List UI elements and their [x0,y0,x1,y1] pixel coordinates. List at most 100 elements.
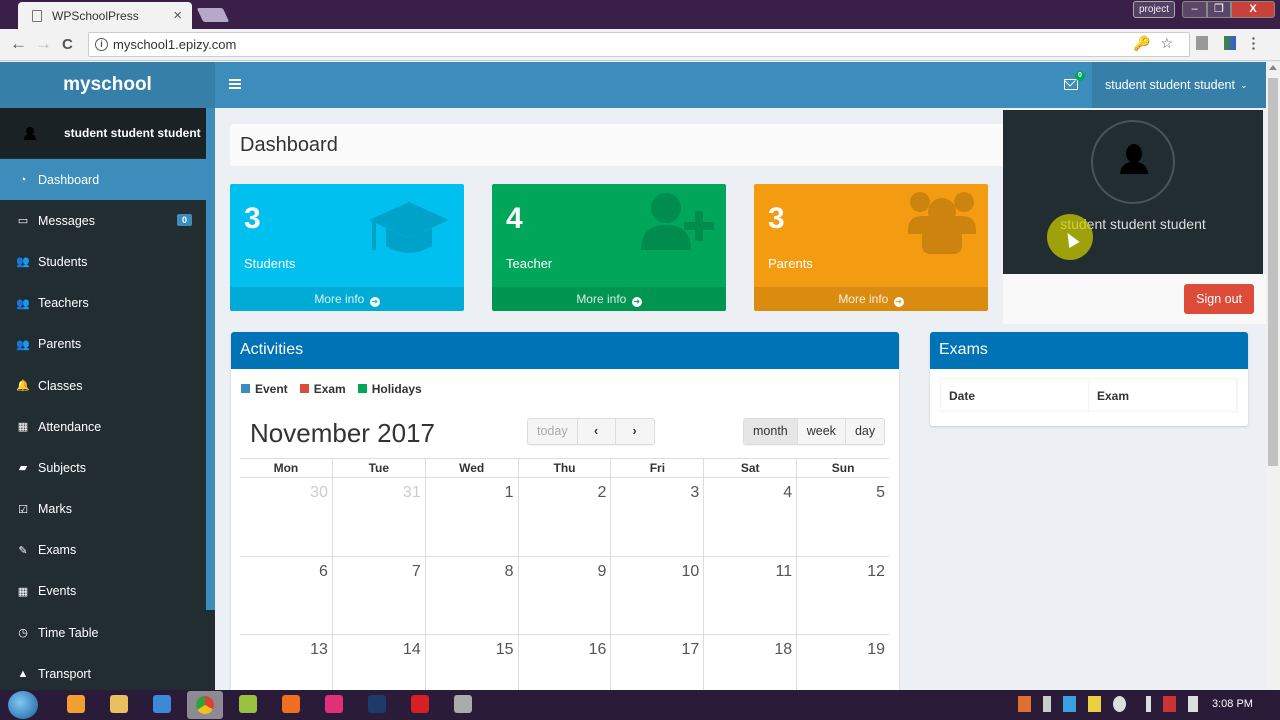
prev-month-button[interactable]: ‹ [578,419,616,444]
sidebar-item-transport[interactable]: ▲ Transport [0,653,206,690]
minimize-button[interactable]: – [1182,1,1207,18]
sidebar-item-dashboard[interactable]: ◔ Dashboard [0,159,206,201]
next-month-button[interactable]: › [616,419,654,444]
column-header-exam[interactable]: Exam [1089,379,1237,411]
volume-icon[interactable] [1188,696,1198,712]
check-square-icon: ☑ [18,503,28,516]
windows-taskbar: 3:08 PM [0,690,1280,720]
menu-toggle-icon[interactable] [229,79,241,91]
reload-icon[interactable]: C [62,36,73,53]
start-button[interactable] [8,691,38,719]
browser-titlebar: WPSchoolPress × project – ❐ X [0,0,1280,29]
sidebar-item-teachers[interactable]: 👥 Teachers [0,283,206,324]
close-window-button[interactable]: X [1231,1,1275,18]
sidebar-item-classes[interactable]: 🔔 Classes [0,365,206,406]
calendar-day-cell[interactable]: 2 [517,478,611,556]
page-scrollbar[interactable] [1266,62,1280,690]
sidebar-item-label: Attendance [38,419,102,434]
taskbar-firefox-icon[interactable] [282,695,300,713]
weekday-header: Wed [424,459,518,477]
calendar-day-cell[interactable]: 17 [610,635,703,690]
app-logo[interactable]: myschool [0,62,215,108]
calendar-day-cell[interactable]: 18 [703,635,796,690]
legend-label: Holidays [371,382,422,396]
sign-out-button[interactable]: Sign out [1184,284,1254,314]
tab-close-icon[interactable]: × [173,7,182,24]
sidebar-item-parents[interactable]: 👥 Parents [0,324,206,365]
tray-app-icon[interactable] [1113,696,1126,712]
taskbar-opera-icon[interactable] [411,695,429,713]
calendar-day-cell[interactable]: 12 [796,556,889,634]
calendar-day-cell[interactable]: 8 [424,556,518,634]
sidebar-item-messages[interactable]: ▭ Messages 0 [0,200,206,241]
users-icon: 👥 [16,297,30,310]
taskbar-flickr-icon[interactable] [325,695,343,713]
calendar-day-cell[interactable]: 11 [703,556,796,634]
calendar-day-cell[interactable]: 14 [331,635,425,690]
calendar-day-cell[interactable]: 9 [517,556,611,634]
calendar-day-cell[interactable]: 1 [424,478,518,556]
scroll-up-icon[interactable] [1269,65,1277,70]
menu-dots-icon[interactable] [1252,36,1255,50]
new-tab-button[interactable] [196,8,230,22]
calendar-day-cell[interactable]: 31 [331,478,425,556]
taskbar-file-explorer-icon[interactable] [110,695,128,713]
sidebar-item-students[interactable]: 👥 Students [0,241,206,282]
scroll-thumb[interactable] [1268,78,1278,466]
week-view-button[interactable]: week [798,419,846,444]
extension-chart-icon[interactable] [1224,36,1236,50]
calendar-day-cell[interactable]: 4 [703,478,796,556]
sidebar-item-time-table[interactable]: ◷ Time Table [0,612,206,653]
sidebar-item-subjects[interactable]: ▰ Subjects [0,447,206,488]
tray-app-icon[interactable] [1088,696,1101,712]
taskbar-media-player-icon[interactable] [67,695,85,713]
calendar-day-cell[interactable]: 30 [240,478,332,556]
tray-app-icon[interactable] [1063,696,1076,712]
calendar-day-cell[interactable]: 15 [424,635,518,690]
extension-icon[interactable] [1196,36,1208,50]
browser-tab[interactable]: WPSchoolPress × [18,2,192,29]
more-info-link[interactable]: More info ➜ [492,287,726,311]
day-view-button[interactable]: day [846,419,884,444]
address-bar[interactable]: i myschool1.epizy.com 🔑☆ [88,32,1190,57]
today-button[interactable]: today [528,419,578,444]
table-icon: ▦ [17,421,29,434]
user-menu-toggle[interactable]: student student student ⌄ [1092,62,1266,108]
taskbar-app-misc-icon[interactable] [454,695,472,713]
month-view-button[interactable]: month [744,419,798,444]
battery-icon[interactable] [1043,696,1051,712]
taskbar-photoshop-icon[interactable] [368,695,386,713]
calendar-day-cell[interactable]: 3 [610,478,703,556]
forward-icon[interactable]: → [35,34,52,54]
calendar-day-cell[interactable]: 13 [240,635,332,690]
calendar-day-cell[interactable]: 16 [517,635,611,690]
more-info-link[interactable]: More info ➜ [230,287,464,311]
sidebar-item-marks[interactable]: ☑ Marks [0,489,206,530]
mail-icon[interactable] [1064,79,1078,90]
calendar-day-cell[interactable]: 6 [240,557,332,635]
maximize-button[interactable]: ❐ [1207,1,1231,18]
tray-app-icon[interactable] [1018,696,1031,712]
calendar-day-cell[interactable]: 5 [796,478,889,556]
sidebar-item-events[interactable]: ▦ Events [0,571,206,612]
sidebar-item-attendance[interactable]: ▦ Attendance [0,406,206,447]
calendar-day-cell[interactable]: 10 [610,556,703,634]
calendar-day-cell[interactable]: 19 [796,635,889,690]
info-icon[interactable]: i [95,38,108,51]
legend-swatch [357,384,367,393]
column-header-date[interactable]: Date [941,379,1089,411]
taskbar-android-studio-icon[interactable] [239,695,257,713]
action-center-flag-icon[interactable] [1163,696,1176,712]
taskbar-internet-explorer-icon[interactable] [153,695,171,713]
key-and-star-icons[interactable]: 🔑☆ [1133,35,1183,52]
signal-icon[interactable] [1138,696,1151,712]
sidebar-item-exams[interactable]: ✎ Exams [0,530,206,571]
calendar-day-cell[interactable]: 7 [331,556,425,634]
calendar-week-row: 13 14 15 16 17 18 19 [240,635,889,690]
taskbar-chrome-icon[interactable] [187,691,223,719]
more-info-link[interactable]: More info ➜ [754,287,988,311]
taskbar-clock[interactable]: 3:08 PM [1212,698,1253,710]
back-icon[interactable]: ← [10,34,27,54]
chevron-down-icon: ⌄ [1239,79,1248,90]
profile-button[interactable]: project [1133,1,1175,18]
